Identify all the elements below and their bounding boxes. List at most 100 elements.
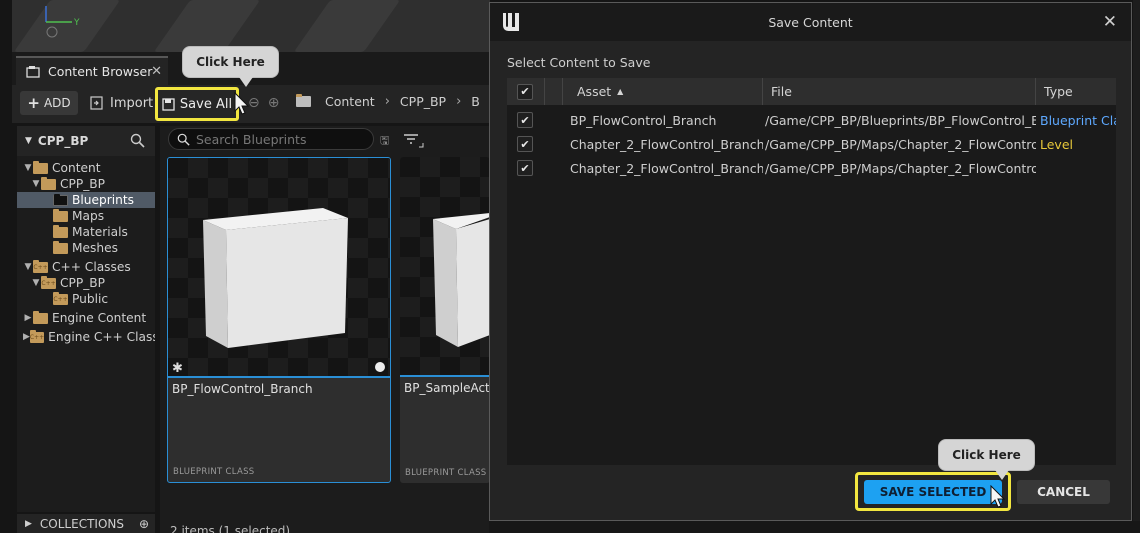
tree-item-public[interactable]: C++ Public [17, 291, 155, 307]
chevron-right-icon: ▶ [25, 518, 32, 529]
breadcrumb-cpp-bp[interactable]: CPP_BP [400, 94, 446, 109]
save-content-dialog: Save Content ✕ Select Content to Save ✔ … [489, 2, 1132, 521]
folder-tree-panel: ▼ CPP_BP ▼ Content ▼ CPP_BP Blueprints M… [17, 126, 155, 512]
table-row[interactable]: ✔ Chapter_2_FlowControl_Branch_E /Game/C… [507, 156, 1116, 180]
history-forward-icon[interactable]: ⊕ [268, 95, 280, 111]
folder-icon [53, 208, 68, 222]
row-type: Level [1040, 136, 1073, 152]
row-asset: BP_FlowControl_Branch [570, 112, 717, 128]
import-label: Import [110, 95, 154, 111]
chevron-right-icon: › [384, 94, 390, 109]
select-all-checkbox[interactable]: ✔ [517, 83, 533, 100]
collections-label: COLLECTIONS [39, 516, 124, 531]
sort-ascending-icon: ▲ [617, 87, 624, 96]
tree-item-label: Content [52, 161, 101, 175]
mouse-cursor-icon [990, 485, 1006, 508]
table-header: ✔ Asset ▲ File Type [507, 78, 1116, 105]
cpp-folder-icon: C++ [41, 275, 56, 289]
asset-thumbnail: ✱ [168, 158, 390, 378]
column-file-label: File [771, 84, 792, 99]
tree-item-meshes[interactable]: Meshes [17, 240, 155, 256]
row-asset: Chapter_2_FlowControl_Branch_E [570, 160, 763, 176]
tree-item-maps[interactable]: Maps [17, 208, 155, 224]
right-edge-panel [1133, 0, 1140, 533]
folder-icon [33, 160, 48, 174]
unreal-logo-icon [503, 13, 519, 31]
asset-class: BLUEPRINT CLASS [173, 467, 255, 477]
callout-text: Click Here [952, 448, 1021, 462]
chevron-right-icon: › [456, 94, 462, 109]
level-viewport[interactable]: Y [12, 0, 490, 52]
tree-item-cpp-bp-classes[interactable]: ▼ C++ CPP_BP [17, 275, 155, 291]
tree-item-label: CPP_BP [60, 276, 106, 290]
asset-name: BP_SampleActor [404, 381, 490, 395]
row-file: /Game/CPP_BP/Maps/Chapter_2_FlowControl_ [765, 136, 1036, 152]
dialog-title: Save Content [768, 14, 853, 30]
tree-item-engine-content[interactable]: ▶ Engine Content [17, 310, 155, 326]
tree-item-engine-cpp-classes[interactable]: ▶ C++ Engine C++ Classes [17, 329, 155, 345]
tree-header-label: CPP_BP [37, 134, 89, 148]
tree-item-label: C++ Classes [52, 260, 131, 274]
cube-thumbnail-icon [203, 208, 348, 348]
cancel-button[interactable]: CANCEL [1017, 480, 1110, 504]
tree-item-cpp-bp[interactable]: ▼ CPP_BP [17, 176, 155, 192]
tree-item-blueprints[interactable]: Blueprints [17, 192, 155, 208]
table-row[interactable]: ✔ BP_FlowControl_Branch /Game/CPP_BP/Blu… [507, 108, 1116, 132]
row-checkbox[interactable]: ✔ [517, 160, 533, 176]
breadcrumb-blueprints[interactable]: B [471, 94, 480, 109]
cpp-folder-icon: C++ [33, 259, 48, 273]
collections-section[interactable]: ▶ COLLECTIONS ⊕ [17, 514, 155, 533]
row-checkbox[interactable]: ✔ [517, 112, 533, 128]
row-type [1036, 156, 1116, 180]
cube-thumbnail-icon [433, 213, 490, 347]
tree-item-label: CPP_BP [60, 177, 106, 191]
tree-item-materials[interactable]: Materials [17, 224, 155, 240]
import-button[interactable]: Import [90, 91, 153, 115]
dialog-subtitle: Select Content to Save [507, 55, 651, 70]
folder-icon [53, 240, 68, 254]
tree-item-cpp-classes[interactable]: ▼ C++ C++ Classes [17, 259, 155, 275]
breadcrumb-content[interactable]: Content [325, 94, 375, 109]
content-browser-icon [26, 65, 40, 78]
close-icon[interactable]: ✕ [151, 64, 162, 79]
row-checkbox[interactable]: ✔ [517, 136, 533, 152]
add-button[interactable]: + ADD [20, 91, 78, 115]
axis-gizmo-icon: Y [45, 6, 80, 38]
column-file[interactable]: File [763, 78, 1036, 105]
asset-tile-bp-sampleactor[interactable]: BP_SampleActor BLUEPRINT CLASS [400, 157, 490, 483]
svg-text:Y: Y [73, 18, 80, 28]
folder-icon [53, 224, 68, 238]
click-here-callout: Click Here [938, 439, 1035, 480]
import-icon [90, 96, 103, 110]
asset-tile-bp-flowcontrol-branch[interactable]: ✱ BP_FlowControl_Branch BLUEPRINT CLASS [167, 157, 391, 483]
tree-item-label: Maps [72, 209, 105, 223]
search-input[interactable]: Search Blueprints [168, 128, 374, 150]
row-file: /Game/CPP_BP/Maps/Chapter_2_FlowControl_ [765, 160, 1036, 176]
add-collection-icon[interactable]: ⊕ [139, 517, 149, 531]
table-row[interactable]: ✔ Chapter_2_FlowControl_Branch /Game/CPP… [507, 132, 1116, 156]
search-icon[interactable] [130, 133, 145, 148]
chevron-right-icon: ▶ [24, 313, 32, 323]
column-asset[interactable]: Asset ▲ [563, 78, 763, 105]
row-type: Blueprint Cla [1040, 112, 1116, 128]
select-all-cell: ✔ [507, 78, 545, 105]
tab-content-browser[interactable]: Content Browser ✕ [16, 56, 168, 85]
close-icon[interactable]: ✕ [1103, 12, 1117, 32]
folder-icon [296, 94, 311, 107]
tree-header[interactable]: ▼ CPP_BP [17, 126, 155, 156]
tree-item-content[interactable]: ▼ Content [17, 160, 155, 176]
save-all-button[interactable]: Save All [155, 87, 239, 121]
column-type[interactable]: Type [1036, 78, 1116, 105]
tree-item-label: Engine Content [52, 311, 147, 325]
save-all-label: Save All [179, 96, 233, 112]
chevron-down-icon: ▼ [25, 136, 32, 146]
save-search-icon[interactable]: 🖫 [380, 132, 389, 151]
dialog-titlebar[interactable]: Save Content ✕ [490, 3, 1131, 41]
save-selected-button[interactable]: SAVE SELECTED [864, 480, 1002, 504]
tree-item-label: Public [72, 292, 109, 306]
filter-icon[interactable] [402, 131, 424, 149]
folder-icon [33, 310, 48, 324]
folder-icon [41, 176, 56, 190]
add-label: ADD [43, 96, 71, 110]
chevron-down-icon: ▼ [24, 163, 32, 173]
